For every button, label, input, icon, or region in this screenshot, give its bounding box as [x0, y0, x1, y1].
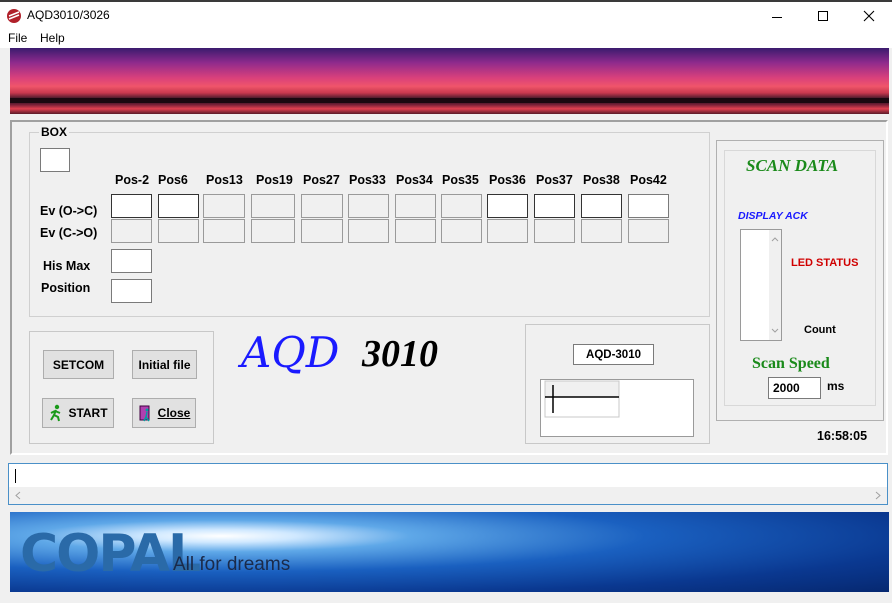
window-title: AQD3010/3026 [27, 8, 110, 22]
start-button[interactable]: START [42, 398, 114, 428]
row-label-ev-co: Ev (C->O) [40, 226, 98, 240]
close-label: Close [157, 406, 191, 420]
ev-co-cell[interactable] [158, 219, 199, 243]
running-man-icon [50, 404, 61, 422]
close-icon [863, 10, 875, 22]
maximize-icon [818, 11, 828, 21]
app-icon [7, 9, 21, 23]
ev-oc-cell[interactable] [158, 194, 199, 218]
scroll-down-icon [771, 328, 779, 333]
sunset-banner-image [10, 48, 889, 114]
scan-speed-input[interactable]: 2000 [768, 377, 821, 399]
ev-co-cell[interactable] [203, 219, 245, 243]
start-label: START [68, 406, 108, 420]
text-caret [15, 469, 16, 483]
copal-tagline: All for dreams [173, 554, 291, 575]
close-window-button[interactable] [846, 2, 892, 32]
setcom-button[interactable]: SETCOM [43, 350, 114, 379]
his-max-field[interactable] [111, 249, 152, 273]
scroll-right-icon [875, 491, 881, 500]
ev-oc-cell[interactable] [581, 194, 622, 218]
count-label: Count [804, 324, 836, 336]
box-group-label: BOX [39, 125, 70, 139]
row-label-ev-oc: Ev (O->C) [40, 204, 98, 218]
pos-label: Pos6 [158, 173, 188, 187]
ev-co-cell[interactable] [441, 219, 482, 243]
ev-oc-cell[interactable] [111, 194, 152, 218]
horizontal-scrollbar[interactable] [9, 487, 887, 504]
ev-co-cell[interactable] [487, 219, 528, 243]
log-text-area[interactable] [8, 463, 888, 505]
row-label-his-max: His Max [43, 259, 91, 273]
row-label-position: Position [41, 281, 91, 295]
pos-label: Pos36 [489, 173, 526, 187]
ev-oc-cell[interactable] [628, 194, 669, 218]
scan-speed-label: Scan Speed [752, 355, 830, 372]
device-grid [540, 379, 694, 437]
close-button[interactable]: Close [132, 398, 196, 428]
exit-door-icon [139, 405, 150, 422]
menu-file[interactable]: File [8, 31, 27, 45]
scroll-up-icon [771, 237, 779, 242]
logo-aqd: AQD [241, 328, 340, 377]
logo-model-number: 3010 [362, 333, 438, 375]
scroll-left-icon [15, 491, 21, 500]
copal-banner-image: COPAL All for dreams [10, 512, 889, 592]
ev-co-cell[interactable] [581, 219, 622, 243]
pos-label: Pos42 [630, 173, 667, 187]
ev-co-cell[interactable] [348, 219, 389, 243]
title-bar: AQD3010/3026 [0, 0, 892, 30]
pos-label: Pos27 [303, 173, 340, 187]
pos-label: Pos19 [256, 173, 293, 187]
device-badge: AQD-3010 [573, 344, 654, 365]
pos-label: Pos37 [536, 173, 573, 187]
pos-label: Pos13 [206, 173, 243, 187]
ev-oc-cell[interactable] [487, 194, 528, 218]
app-window: AQD3010/3026 File Help BOX Pos-2 Pos6 Po… [0, 0, 892, 603]
menu-bar: File Help [0, 30, 892, 48]
pos-label: Pos34 [396, 173, 433, 187]
pos-label: Pos38 [583, 173, 620, 187]
ev-oc-cell[interactable] [534, 194, 575, 218]
pos-label: Pos33 [349, 173, 386, 187]
sunset-horizon [10, 98, 889, 103]
device-grid-lines [544, 380, 620, 418]
position-field[interactable] [111, 279, 152, 303]
clock-display: 16:58:05 [817, 429, 868, 443]
initial-file-button[interactable]: Initial file [132, 350, 197, 379]
minimize-button[interactable] [754, 2, 800, 32]
ev-oc-cell[interactable] [203, 194, 245, 218]
ev-co-cell[interactable] [534, 219, 575, 243]
ev-oc-cell[interactable] [348, 194, 389, 218]
ms-unit-label: ms [827, 379, 845, 393]
ev-co-cell[interactable] [251, 219, 295, 243]
led-status-label: LED STATUS [791, 257, 859, 269]
ev-co-cell[interactable] [628, 219, 669, 243]
listbox-scrollbar[interactable] [769, 230, 781, 340]
ev-oc-cell[interactable] [441, 194, 482, 218]
scan-data-title: SCAN DATA [746, 156, 839, 175]
ev-oc-cell[interactable] [251, 194, 295, 218]
minimize-icon [772, 17, 782, 18]
maximize-button[interactable] [800, 2, 846, 32]
ev-co-cell[interactable] [301, 219, 343, 243]
menu-help[interactable]: Help [40, 31, 65, 45]
ev-co-cell[interactable] [395, 219, 436, 243]
ev-oc-cell[interactable] [395, 194, 436, 218]
pos-label: Pos-2 [115, 173, 150, 187]
ev-co-cell[interactable] [111, 219, 152, 243]
pos-label: Pos35 [442, 173, 479, 187]
display-ack-label: DISPLAY ACK [738, 210, 808, 222]
ack-listbox[interactable] [740, 229, 782, 341]
box-number-input[interactable] [40, 148, 70, 172]
ev-oc-cell[interactable] [301, 194, 343, 218]
